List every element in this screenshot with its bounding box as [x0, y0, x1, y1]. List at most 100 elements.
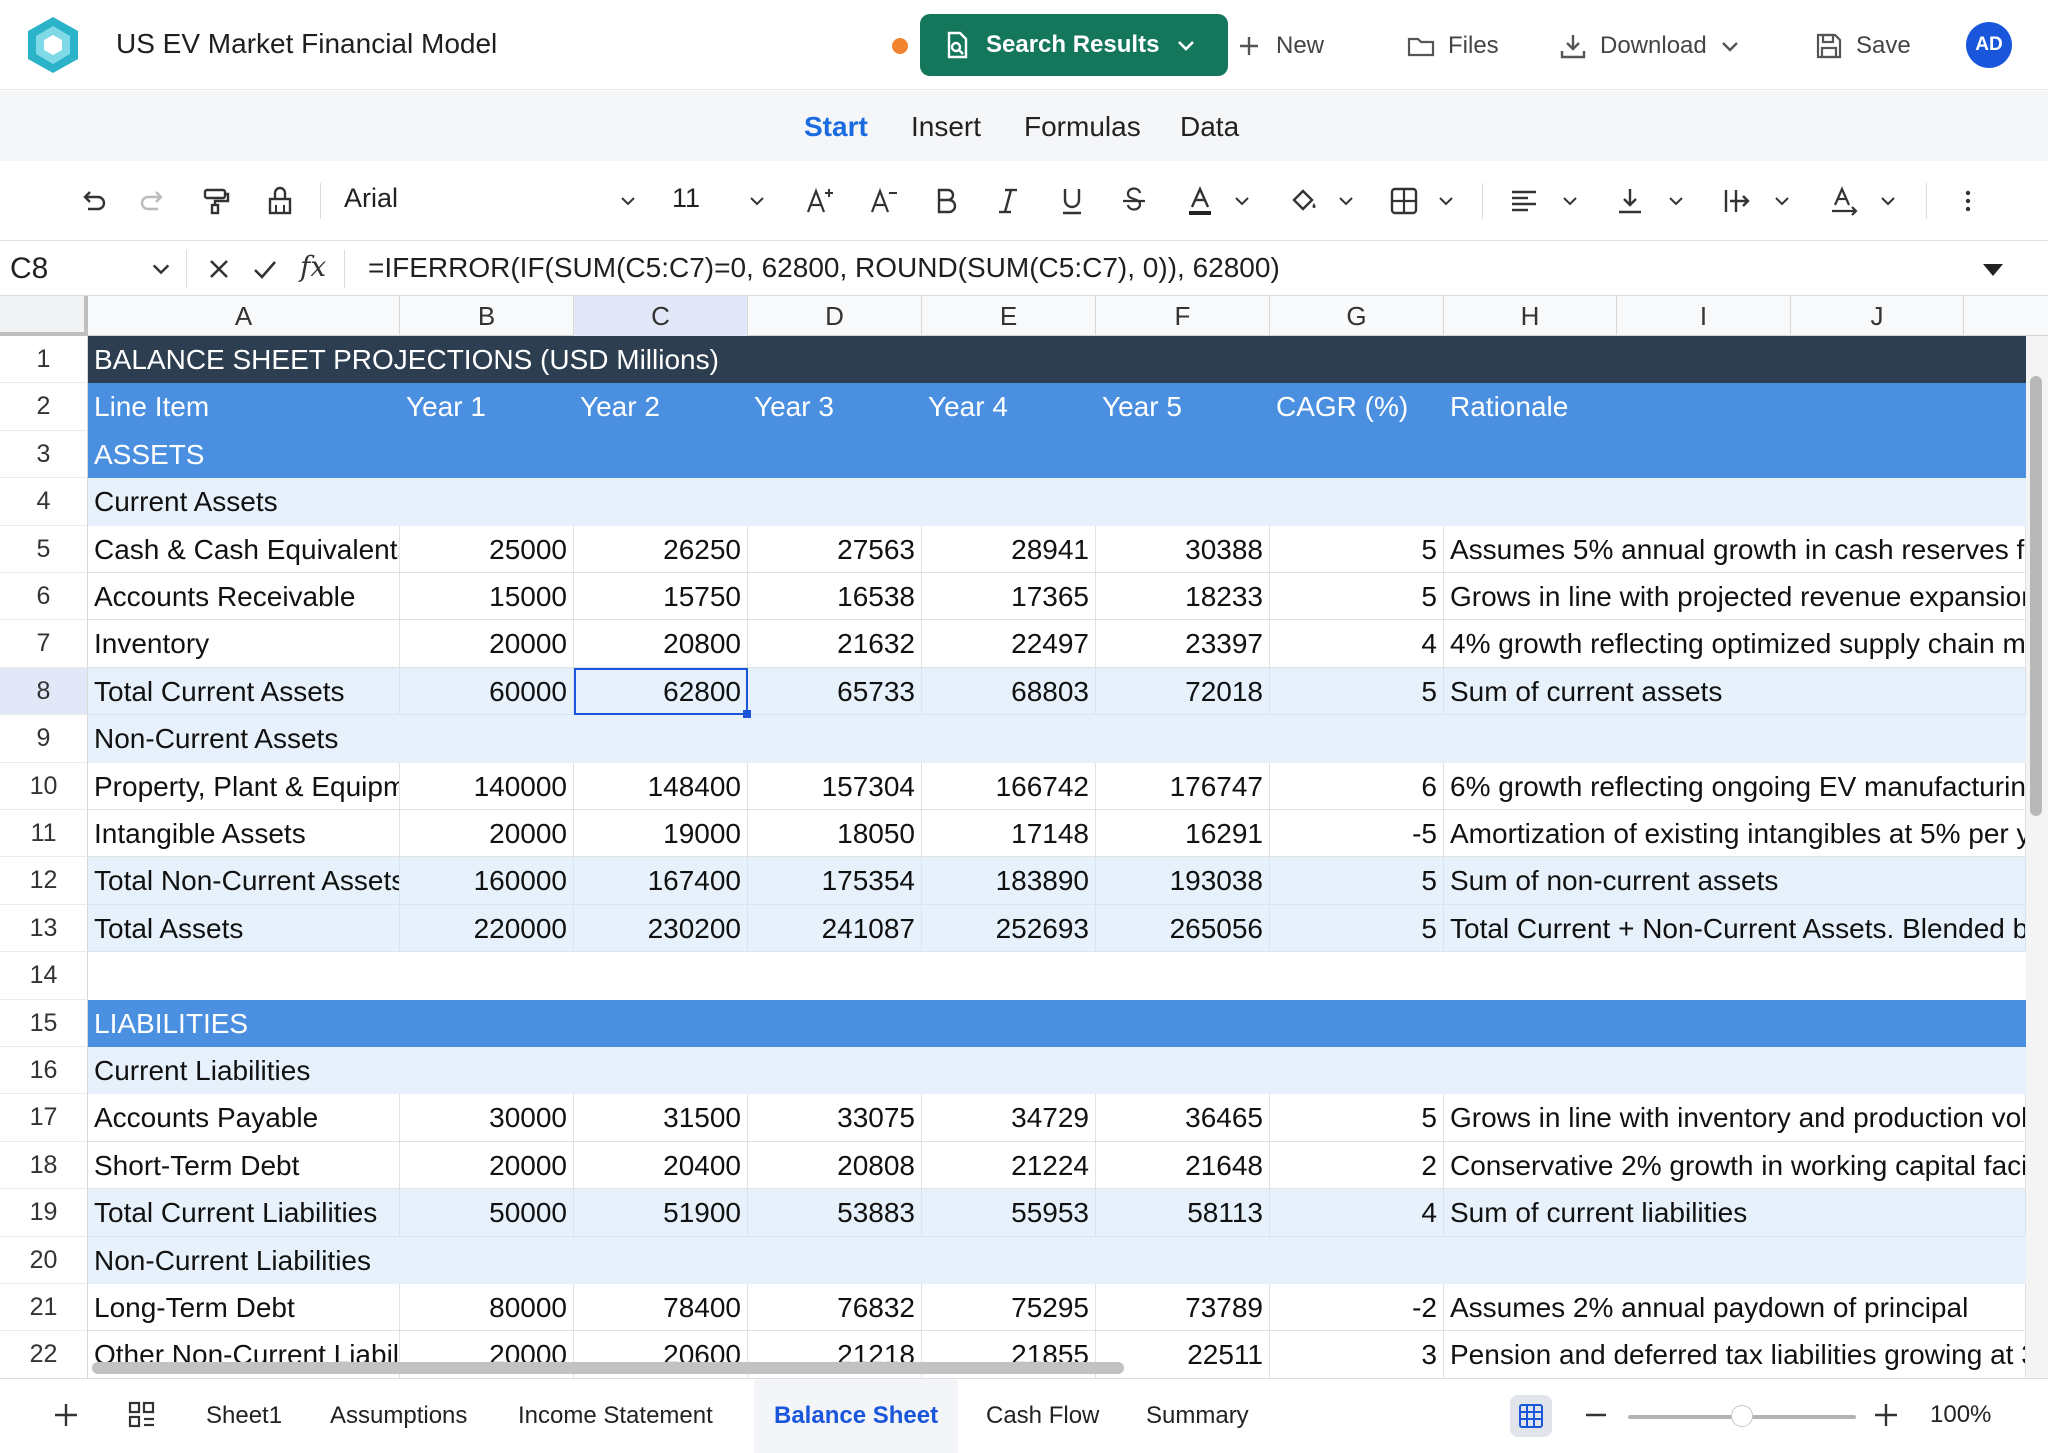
grid-cell[interactable]: 2: [1270, 1141, 1444, 1190]
grid-cell[interactable]: 55953: [922, 1189, 1096, 1237]
row-header[interactable]: 12: [0, 857, 88, 905]
grid-cell[interactable]: Conservative 2% growth in working capita…: [1444, 1141, 2026, 1190]
fill-color-button[interactable]: [1284, 181, 1324, 221]
search-results-button[interactable]: Search Results: [920, 14, 1228, 76]
grid-cell[interactable]: Assumes 2% annual paydown of principal: [1444, 1284, 2026, 1332]
horizontal-align-dropdown[interactable]: [1558, 181, 1582, 221]
grid-cell[interactable]: Long-Term Debt: [88, 1284, 400, 1332]
chevron-down-icon[interactable]: [150, 258, 172, 280]
grid-cell[interactable]: Total Current + Non-Current Assets. Blen…: [1444, 904, 2026, 953]
grid-cell[interactable]: Total Non-Current Assets: [88, 857, 400, 905]
row-header[interactable]: 9: [0, 715, 88, 763]
grid-cell[interactable]: 26250: [574, 525, 748, 573]
column-header-i[interactable]: I: [1617, 296, 1791, 336]
text-color-button[interactable]: [1180, 181, 1220, 221]
grid-cell[interactable]: [88, 952, 2026, 1000]
grid-cell[interactable]: BALANCE SHEET PROJECTIONS (USD Millions): [88, 336, 2026, 384]
name-box[interactable]: C8: [10, 252, 48, 286]
sheet-tab-income-statement[interactable]: Income Statement: [498, 1379, 733, 1453]
user-avatar[interactable]: AD: [1966, 22, 2012, 68]
grid-cell[interactable]: 175354: [748, 857, 922, 905]
grid-cell[interactable]: Accounts Payable: [88, 1094, 400, 1142]
sheet-tab-assumptions[interactable]: Assumptions: [310, 1379, 487, 1453]
row-header[interactable]: 13: [0, 904, 88, 953]
grid-cell[interactable]: 80000: [400, 1284, 574, 1332]
grid-cell[interactable]: 252693: [922, 904, 1096, 953]
font-size-dropdown[interactable]: [745, 181, 769, 221]
row-header[interactable]: 5: [0, 525, 88, 573]
grid-cell[interactable]: Sum of non-current assets: [1444, 857, 2026, 905]
grid-cell[interactable]: Total Assets: [88, 904, 400, 953]
grid-cell[interactable]: Property, Plant & Equipment: [88, 762, 400, 810]
grid-cell[interactable]: Year 2: [574, 383, 748, 431]
row-header[interactable]: 20: [0, 1236, 88, 1284]
grid-cell[interactable]: Sum of current liabilities: [1444, 1189, 2026, 1237]
grid-cell[interactable]: LIABILITIES: [88, 999, 2026, 1047]
row-header[interactable]: 1: [0, 336, 88, 384]
grid-cell[interactable]: Non-Current Liabilities: [88, 1236, 2026, 1284]
grid-cell[interactable]: 157304: [748, 762, 922, 810]
grid-cell[interactable]: 148400: [574, 762, 748, 810]
grid-cell[interactable]: 20000: [400, 1141, 574, 1190]
confirm-edit-icon[interactable]: [250, 254, 280, 284]
column-header-b[interactable]: B: [400, 296, 574, 336]
grid-cell[interactable]: 4% growth reflecting optimized supply ch…: [1444, 620, 2026, 668]
grid-cell[interactable]: 34729: [922, 1094, 1096, 1142]
sheet-tab-sheet1[interactable]: Sheet1: [186, 1379, 302, 1453]
column-header-d[interactable]: D: [748, 296, 922, 336]
grid-cell[interactable]: Non-Current Assets: [88, 715, 2026, 763]
grid-cell[interactable]: 230200: [574, 904, 748, 953]
grid-cell[interactable]: 4: [1270, 1189, 1444, 1237]
row-header[interactable]: 19: [0, 1189, 88, 1237]
grid-cell[interactable]: 75295: [922, 1284, 1096, 1332]
column-header-h[interactable]: H: [1444, 296, 1617, 336]
row-header[interactable]: 2: [0, 383, 88, 431]
grid-cell[interactable]: Current Assets: [88, 478, 2026, 526]
grid-cell[interactable]: 78400: [574, 1284, 748, 1332]
font-size-select[interactable]: 11: [672, 183, 700, 214]
grid-cell[interactable]: Year 4: [922, 383, 1096, 431]
grid-cell[interactable]: Grows in line with projected revenue exp…: [1444, 573, 2026, 621]
grid-cell[interactable]: 62800: [574, 667, 748, 716]
function-icon[interactable]: fx: [300, 250, 326, 283]
grid-cell[interactable]: 25000: [400, 525, 574, 573]
grid-cell[interactable]: 30000: [400, 1094, 574, 1142]
grid-view-toggle[interactable]: [1510, 1395, 1552, 1437]
grid-cell[interactable]: Year 5: [1096, 383, 1270, 431]
row-header[interactable]: 21: [0, 1284, 88, 1332]
increase-font-button[interactable]: [800, 181, 840, 221]
grid-cell[interactable]: 20000: [400, 620, 574, 668]
text-rotation-button[interactable]: [1824, 181, 1864, 221]
grid-cell[interactable]: 5: [1270, 573, 1444, 621]
horizontal-scroll-thumb[interactable]: [92, 1362, 1124, 1374]
grid-cell[interactable]: 140000: [400, 762, 574, 810]
bold-button[interactable]: [926, 181, 966, 221]
horizontal-align-button[interactable]: [1504, 181, 1544, 221]
row-header[interactable]: 6: [0, 573, 88, 621]
download-button[interactable]: Download: [1558, 26, 1741, 66]
grid-cell[interactable]: 72018: [1096, 667, 1270, 716]
files-button[interactable]: Files: [1406, 26, 1499, 66]
grid-cell[interactable]: ASSETS: [88, 430, 2026, 479]
grid-cell[interactable]: 65733: [748, 667, 922, 716]
new-button[interactable]: New: [1234, 26, 1324, 66]
grid-cell[interactable]: 36465: [1096, 1094, 1270, 1142]
zoom-level[interactable]: 100%: [1930, 1401, 1991, 1429]
grid-cell[interactable]: 5: [1270, 1094, 1444, 1142]
grid-cell[interactable]: 176747: [1096, 762, 1270, 810]
grid-cell[interactable]: 21632: [748, 620, 922, 668]
strikethrough-button[interactable]: [1114, 181, 1154, 221]
text-rotation-dropdown[interactable]: [1876, 181, 1900, 221]
save-button[interactable]: Save: [1814, 26, 1911, 66]
grid-cell[interactable]: Total Current Assets: [88, 667, 400, 716]
fill-color-dropdown[interactable]: [1334, 181, 1358, 221]
grid-cell[interactable]: 265056: [1096, 904, 1270, 953]
grid-cell[interactable]: 31500: [574, 1094, 748, 1142]
grid-cell[interactable]: 15000: [400, 573, 574, 621]
grid-cell[interactable]: Intangible Assets: [88, 810, 400, 858]
italic-button[interactable]: [988, 181, 1028, 221]
text-wrap-dropdown[interactable]: [1770, 181, 1794, 221]
grid-cell[interactable]: 23397: [1096, 620, 1270, 668]
row-header[interactable]: 14: [0, 952, 88, 1000]
grid-cell[interactable]: 17365: [922, 573, 1096, 621]
